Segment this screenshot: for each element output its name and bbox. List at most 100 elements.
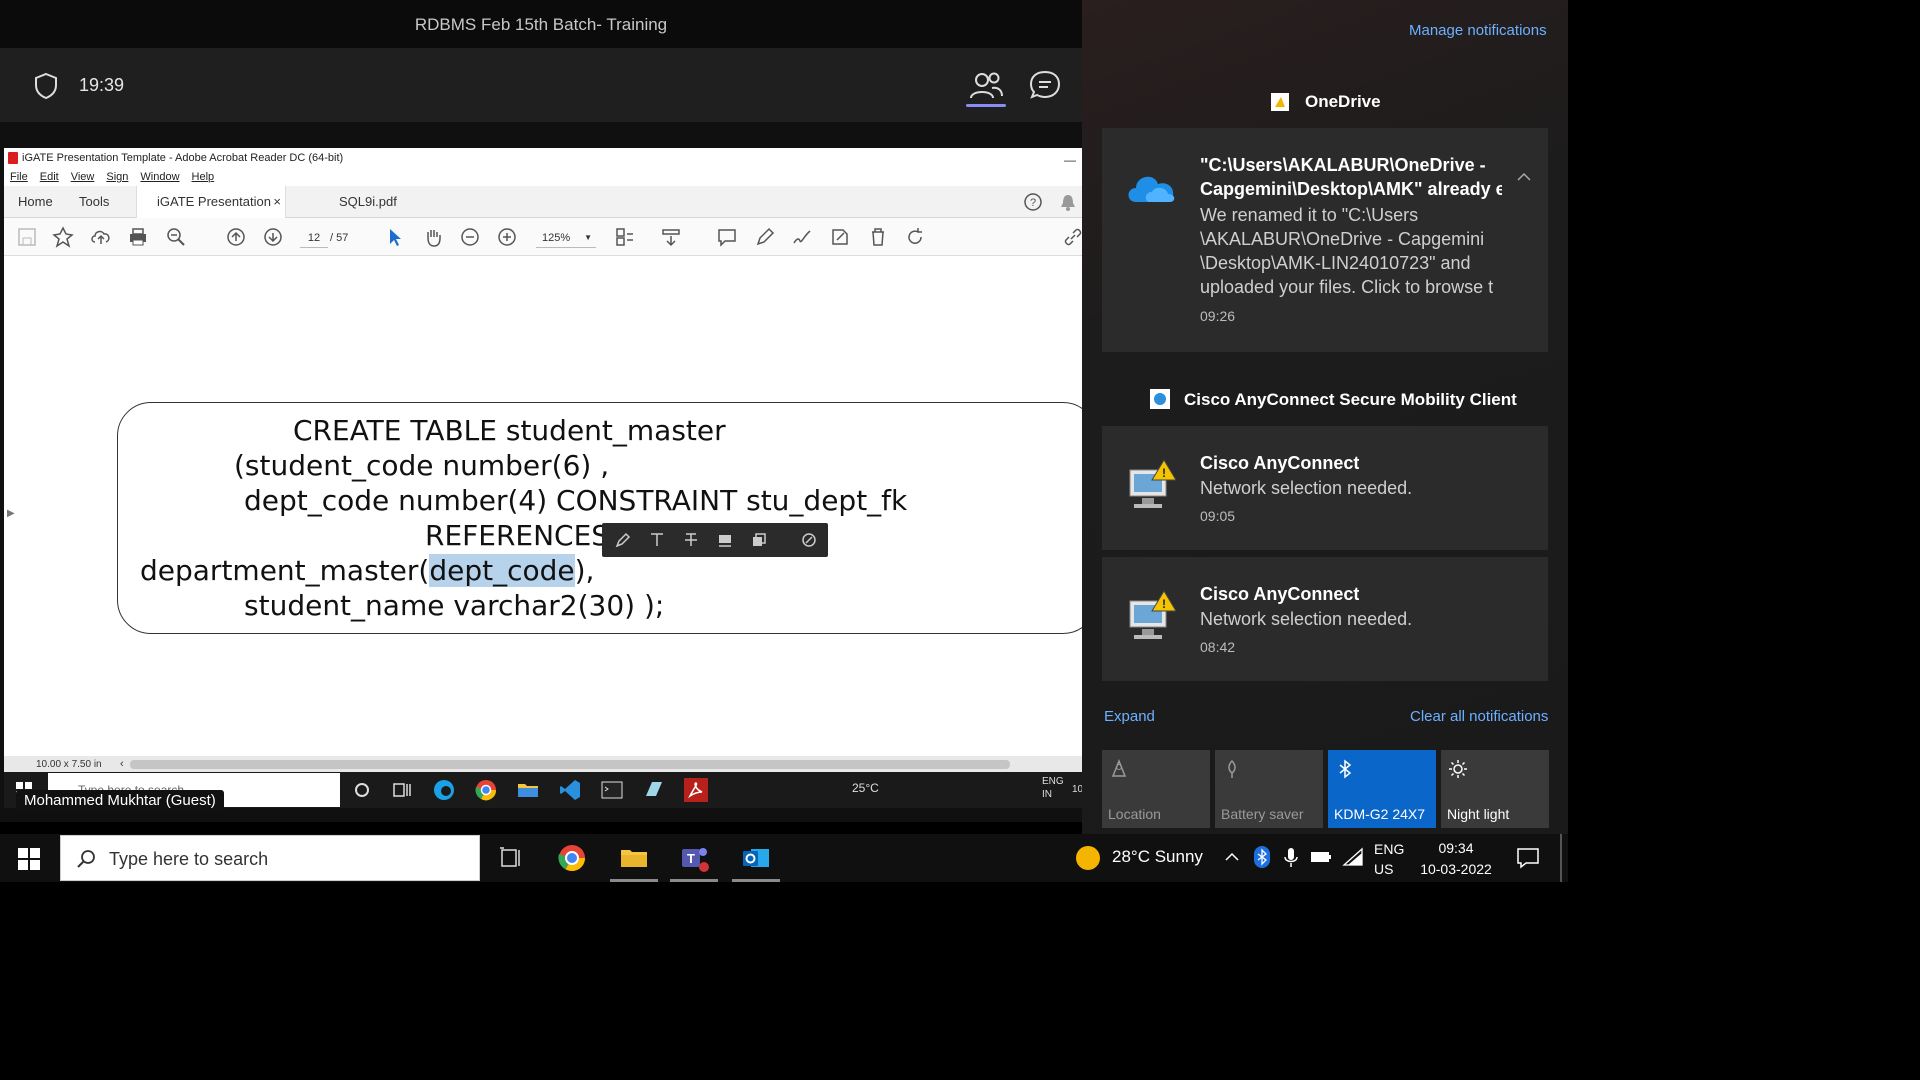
selected-text[interactable]: dept_code <box>429 554 575 587</box>
taskbar-clock[interactable]: 09:34 10-03-2022 <box>1418 838 1494 880</box>
sql-line-6: student_name varchar2(30) ); <box>244 589 665 622</box>
menu-sign[interactable]: Sign <box>106 168 128 186</box>
notepad-icon[interactable] <box>642 778 666 802</box>
comment-icon[interactable] <box>716 226 738 248</box>
tab-sql9i[interactable]: SQL9i.pdf <box>339 186 397 218</box>
strikethrough-icon[interactable] <box>682 531 700 549</box>
page-display-icon[interactable] <box>614 226 636 248</box>
quick-action-location[interactable]: Location <box>1102 750 1210 828</box>
highlighter-icon[interactable] <box>614 531 632 549</box>
upload-cloud-icon[interactable] <box>90 226 112 248</box>
help-icon[interactable]: ? <box>1024 193 1042 211</box>
expand-quick-actions-link[interactable]: Expand <box>1104 708 1155 725</box>
vscode-icon[interactable] <box>558 778 582 802</box>
cisco-notification-2[interactable]: ! Cisco AnyConnect Network selection nee… <box>1102 557 1548 681</box>
participants-icon[interactable] <box>966 66 1006 108</box>
link-icon[interactable] <box>1062 226 1082 248</box>
underline-icon[interactable] <box>716 531 734 549</box>
svg-text:!: ! <box>1162 597 1166 611</box>
cisco-group-title: Cisco AnyConnect Secure Mobility Client <box>1184 390 1517 409</box>
menu-file[interactable]: File <box>10 168 28 186</box>
clear-all-notifications-link[interactable]: Clear all notifications <box>1410 708 1548 725</box>
menu-edit[interactable]: Edit <box>40 168 59 186</box>
battery-icon[interactable] <box>1310 849 1332 865</box>
scroll-mode-icon[interactable] <box>660 226 682 248</box>
tab-tools[interactable]: Tools <box>79 186 109 218</box>
sidebar-toggle-icon[interactable]: ▶ <box>7 508 15 519</box>
teams-icon[interactable]: T <box>680 843 710 873</box>
acrobat-window: iGATE Presentation Template - Adobe Acro… <box>4 148 1082 773</box>
taskbar-weather[interactable]: 28°C Sunny <box>1112 847 1203 867</box>
running-indicator <box>732 879 780 882</box>
show-desktop-button[interactable] <box>1560 834 1562 882</box>
scroll-left-icon[interactable]: ‹ <box>120 756 124 773</box>
shared-language[interactable]: ENG IN <box>1042 775 1064 801</box>
input-language[interactable]: ENG US <box>1374 839 1404 879</box>
acrobat-taskbar-icon[interactable] <box>684 778 708 802</box>
quick-action-night-light[interactable]: Night light <box>1441 750 1549 828</box>
tab-home[interactable]: Home <box>18 186 53 218</box>
cisco-1-body: Network selection needed. <box>1200 478 1413 498</box>
bookmark-star-icon[interactable] <box>52 226 74 248</box>
menu-help[interactable]: Help <box>192 168 215 186</box>
chrome-icon[interactable] <box>557 843 587 873</box>
manage-notifications-link[interactable]: Manage notifications <box>1409 22 1547 39</box>
highlight-pen-icon[interactable] <box>754 226 776 248</box>
select-cursor-icon[interactable] <box>384 226 406 248</box>
bluetooth-tray-icon[interactable] <box>1254 846 1270 868</box>
windows-start-icon[interactable] <box>18 848 40 870</box>
previous-page-icon[interactable] <box>225 226 247 248</box>
chat-icon[interactable] <box>1028 68 1062 102</box>
cisco-notification-1[interactable]: ! Cisco AnyConnect Network selection nee… <box>1102 426 1548 550</box>
edit-pdf-icon[interactable] <box>829 226 851 248</box>
terminal-icon[interactable] <box>600 778 624 802</box>
more-options-icon[interactable] <box>800 531 818 549</box>
tab-document[interactable]: iGATE Presentation ... × <box>136 186 286 241</box>
menu-window[interactable]: Window <box>140 168 179 186</box>
zoom-select[interactable]: 125% ▼ <box>536 228 596 248</box>
action-center-icon[interactable] <box>1516 846 1540 870</box>
sql-line-5: department_master(dept_code), <box>140 554 594 587</box>
task-view-icon[interactable] <box>390 778 414 802</box>
sql-line-5-suffix: ), <box>574 554 595 587</box>
wifi-icon[interactable] <box>1342 847 1364 867</box>
task-view-icon[interactable] <box>496 843 526 873</box>
taskbar-search-box[interactable]: Type here to search <box>60 835 480 881</box>
cisco-2-title: Cisco AnyConnect <box>1200 584 1360 604</box>
edge-icon[interactable] <box>432 778 456 802</box>
page-number-input[interactable]: 12 <box>300 228 328 248</box>
file-explorer-icon[interactable] <box>619 843 649 873</box>
quick-action-bluetooth[interactable]: KDM-G2 24X7 <box>1328 750 1436 828</box>
shared-weather[interactable]: 25°C <box>852 781 879 795</box>
print-icon[interactable] <box>127 226 149 248</box>
menu-view[interactable]: View <box>71 168 95 186</box>
horizontal-scrollbar[interactable] <box>130 760 1010 769</box>
cisco-1-title: Cisco AnyConnect <box>1200 453 1360 473</box>
minimize-button[interactable]: — <box>1064 150 1076 170</box>
text-icon[interactable] <box>648 531 666 549</box>
save-icon[interactable] <box>16 226 38 248</box>
bell-icon[interactable] <box>1060 193 1076 211</box>
microphone-icon[interactable] <box>1282 846 1300 868</box>
delete-icon[interactable] <box>867 226 889 248</box>
zoom-out-icon[interactable] <box>459 226 481 248</box>
cortana-icon[interactable] <box>350 778 374 802</box>
hand-tool-icon[interactable] <box>422 226 444 248</box>
outlook-icon[interactable] <box>741 843 771 873</box>
tab-close-button[interactable]: × <box>273 186 281 218</box>
zoom-in-icon[interactable] <box>496 226 518 248</box>
pdf-page[interactable]: CREATE TABLE student_master (student_cod… <box>4 256 1082 756</box>
chrome-icon[interactable] <box>474 778 498 802</box>
rotate-icon[interactable] <box>904 226 926 248</box>
next-page-icon[interactable] <box>262 226 284 248</box>
zoom-out-search-icon[interactable] <box>165 226 187 248</box>
onedrive-notification[interactable]: "C:\Users\AKALABUR\OneDrive - Capgemini\… <box>1102 128 1548 352</box>
sign-icon[interactable] <box>791 226 813 248</box>
meeting-title: RDBMS Feb 15th Batch- Training <box>0 0 1082 48</box>
chevron-up-icon[interactable] <box>1224 850 1240 864</box>
chevron-up-icon[interactable] <box>1516 172 1532 182</box>
copy-icon[interactable] <box>750 531 768 549</box>
quick-action-battery-saver[interactable]: Battery saver <box>1215 750 1323 828</box>
file-explorer-icon[interactable] <box>516 778 540 802</box>
clock-date: 10-03-2022 <box>1420 861 1492 877</box>
